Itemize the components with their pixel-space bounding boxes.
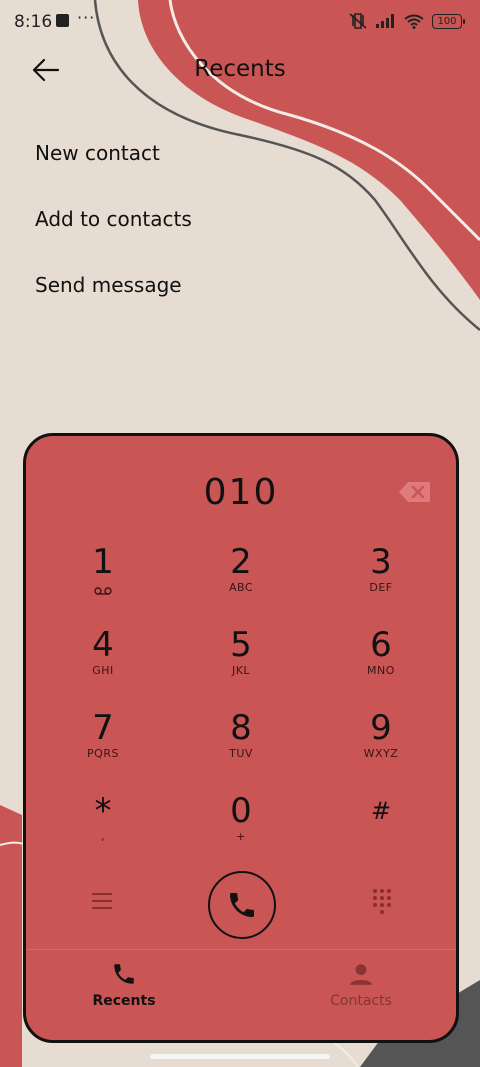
- dial-key-digit: 4: [92, 625, 114, 665]
- tab-label: Contacts: [330, 993, 392, 1009]
- dial-key-letters: WXYZ: [363, 747, 399, 760]
- back-button[interactable]: [28, 52, 64, 88]
- dialed-number: 010: [203, 472, 279, 513]
- dial-key-letters: PQRS: [87, 747, 119, 760]
- dial-key-4[interactable]: 4 GHI: [48, 626, 158, 696]
- dial-key-digit: 1: [92, 542, 114, 582]
- dialer-panel: 010 1 2 ABC 3 DEF 4 GHI 5 JKL 6 MNO 7 PQ…: [23, 433, 459, 1043]
- dial-key-star[interactable]: * ,: [48, 792, 158, 862]
- dial-key-letters: JKL: [231, 664, 251, 677]
- dial-key-letters: TUV: [229, 747, 253, 760]
- status-time: 8:16: [14, 12, 53, 32]
- phone-icon: [114, 964, 134, 984]
- tab-contacts[interactable]: Contacts: [281, 961, 441, 1021]
- dial-key-1[interactable]: 1: [48, 543, 158, 613]
- dial-key-digit: 5: [230, 625, 252, 665]
- signal-icon: [376, 14, 394, 28]
- dial-key-digit: 0: [230, 791, 252, 831]
- dial-key-digit: 8: [230, 708, 252, 748]
- menu-item-new-contact[interactable]: New contact: [35, 130, 192, 196]
- menu-item-add-to-contacts[interactable]: Add to contacts: [35, 196, 192, 262]
- dial-key-2[interactable]: 2 ABC: [186, 543, 296, 613]
- options-menu: New contact Add to contacts Send message: [35, 130, 192, 328]
- dial-key-digit: #: [370, 797, 392, 825]
- dial-key-0[interactable]: 0 +: [186, 792, 296, 862]
- notification-icon: [56, 14, 69, 27]
- dial-key-6[interactable]: 6 MNO: [326, 626, 436, 696]
- dial-key-digit: 3: [370, 542, 392, 582]
- dialpad-icon[interactable]: [372, 888, 392, 914]
- dial-key-9[interactable]: 9 WXYZ: [326, 709, 436, 779]
- backspace-icon[interactable]: [398, 480, 432, 504]
- dial-key-7[interactable]: 7 PQRS: [48, 709, 158, 779]
- dial-key-letters: MNO: [367, 664, 395, 677]
- call-button[interactable]: [208, 871, 276, 939]
- vibrate-off-icon: [349, 13, 367, 29]
- dial-key-letters: ,: [101, 830, 105, 843]
- voicemail-icon: [94, 587, 112, 595]
- dial-key-5[interactable]: 5 JKL: [186, 626, 296, 696]
- dial-key-hash[interactable]: #: [326, 792, 436, 862]
- status-bar: 8:16 ··· 100: [0, 0, 480, 42]
- tab-label: Recents: [92, 993, 156, 1009]
- home-indicator[interactable]: [150, 1054, 330, 1059]
- dial-key-digit: *: [94, 791, 112, 831]
- dial-key-digit: 6: [370, 625, 392, 665]
- battery-icon: 100: [432, 13, 465, 29]
- phone-icon: [230, 893, 254, 917]
- wifi-icon: [404, 14, 424, 29]
- arrow-left-icon: [32, 58, 60, 82]
- menu-icon[interactable]: [91, 891, 113, 911]
- dial-key-8[interactable]: 8 TUV: [186, 709, 296, 779]
- tab-recents[interactable]: Recents: [44, 961, 204, 1021]
- dial-key-letters: ABC: [228, 581, 254, 594]
- divider: [26, 949, 456, 950]
- dial-key-3[interactable]: 3 DEF: [326, 543, 436, 613]
- dial-key-letters: +: [236, 830, 246, 843]
- dial-key-letters: GHI: [92, 664, 114, 677]
- dial-key-digit: 2: [230, 542, 252, 582]
- person-icon: [350, 964, 372, 985]
- menu-item-send-message[interactable]: Send message: [35, 262, 192, 328]
- dial-key-letters: DEF: [369, 581, 393, 594]
- dial-key-digit: 7: [92, 708, 114, 748]
- more-notifications-icon: ···: [77, 8, 96, 27]
- dial-key-digit: 9: [370, 708, 392, 748]
